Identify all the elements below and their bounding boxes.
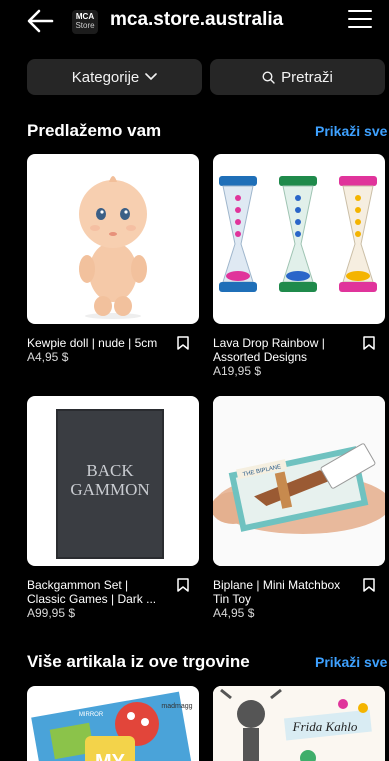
see-all-link-more[interactable]: Prikaži sve (315, 654, 387, 670)
section-title-more: Više artikala iz ove trgovine (27, 652, 250, 671)
book-mirror-text: MIRROR (79, 712, 104, 718)
product-card[interactable]: BACK GAMMON Backgammon Set | Classic Gam… (27, 396, 199, 620)
bookmark-icon[interactable] (177, 578, 189, 592)
book-brand-text: madmagg (161, 703, 192, 710)
product-price: A4,95 $ (27, 350, 69, 364)
store-logo: MCA Store (72, 10, 98, 34)
bookmark-icon[interactable] (177, 336, 189, 350)
store-name: mca.store.australia (110, 9, 284, 30)
product-title[interactable]: Kewpie doll | nude | 5cm (27, 336, 167, 350)
product-card[interactable]: THE BIPLANE Biplane | Mini Matchbox Tin … (213, 396, 385, 620)
chevron-down-icon (145, 73, 158, 81)
product-price: A19,95 $ (213, 364, 262, 378)
category-label: Kategorije (71, 68, 140, 86)
product-image[interactable]: THE BIPLANE (213, 396, 385, 566)
product-image[interactable] (213, 154, 385, 324)
bookmark-icon[interactable] (363, 336, 375, 350)
product-image[interactable]: Frida Kahlo (213, 686, 385, 761)
product-image[interactable]: MY madmagg MIRROR (27, 686, 199, 761)
backgammon-text-1: BACK (86, 461, 134, 480)
product-card[interactable]: Lava Drop Rainbow | Assorted Designs A19… (213, 154, 385, 378)
frida-text: Frida Kahlo (292, 719, 358, 734)
search-label: Pretraži (281, 68, 333, 86)
product-title[interactable]: Lava Drop Rainbow | Assorted Designs (213, 336, 353, 364)
product-card[interactable]: Kewpie doll | nude | 5cm A4,95 $ (27, 154, 199, 364)
product-image[interactable] (27, 154, 199, 324)
book-cover-text: MY (95, 751, 126, 761)
search-button[interactable]: Pretraži (210, 59, 385, 95)
category-dropdown[interactable]: Kategorije (27, 59, 202, 95)
search-icon (262, 70, 275, 84)
menu-icon[interactable] (348, 10, 372, 32)
top-bar: MCA Store mca.store.australia (0, 0, 389, 44)
product-title[interactable]: Backgammon Set | Classic Games | Dark ..… (27, 578, 167, 606)
product-image[interactable]: BACK GAMMON (27, 396, 199, 566)
section-title-suggested: Predlažemo vam (27, 121, 162, 140)
product-price: A4,95 $ (213, 606, 255, 620)
product-price: A99,95 $ (27, 606, 76, 620)
back-arrow-icon[interactable] (26, 8, 54, 34)
product-title[interactable]: Biplane | Mini Matchbox Tin Toy (213, 578, 353, 606)
see-all-link-suggested[interactable]: Prikaži sve (315, 123, 387, 139)
backgammon-text-2: GAMMON (70, 480, 149, 499)
bookmark-icon[interactable] (363, 578, 375, 592)
